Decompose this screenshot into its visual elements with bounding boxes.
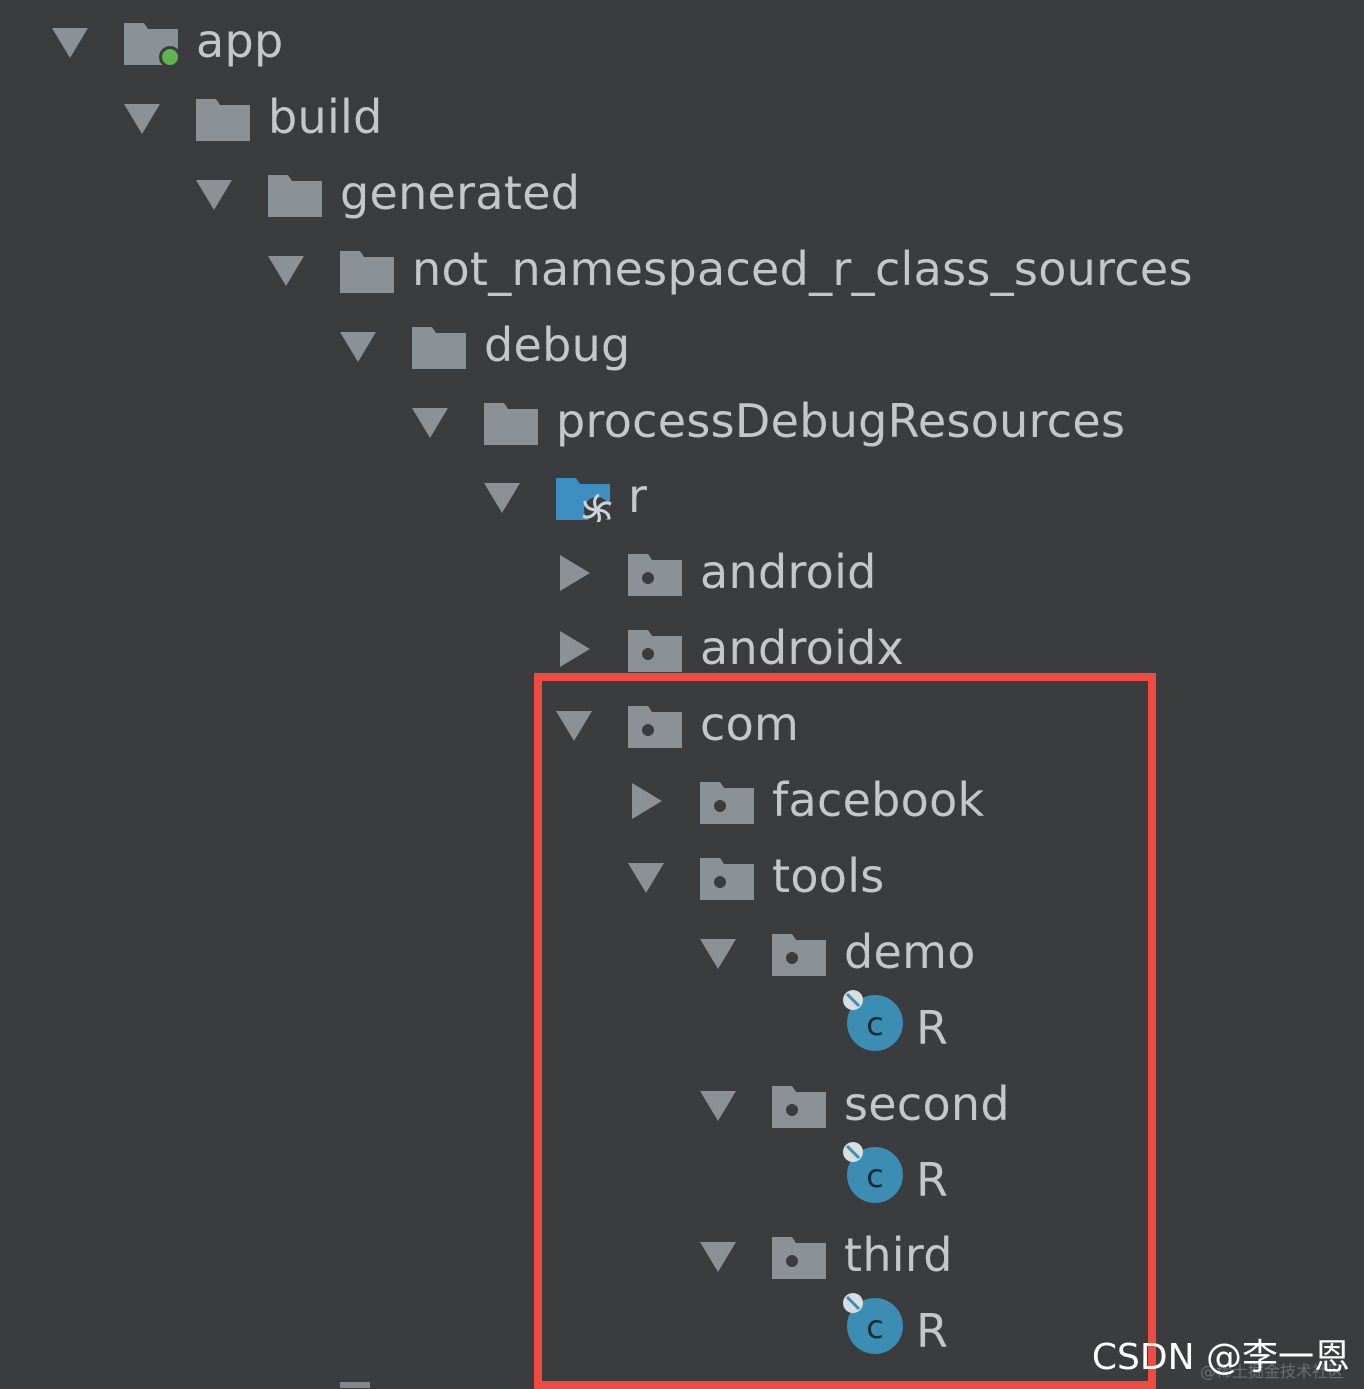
tree-row[interactable]: r	[0, 458, 1364, 534]
tree-node-label: not_namespaced_r_class_sources	[412, 241, 1193, 296]
expand-arrow-down-icon[interactable]	[338, 326, 378, 366]
tree-row[interactable]: android	[0, 534, 1364, 610]
tree-row[interactable]: app	[0, 3, 1364, 79]
tree-node-label: r	[628, 469, 648, 524]
tree-node-label: build	[268, 89, 383, 144]
expand-arrow-down-icon[interactable]	[266, 250, 306, 290]
folder-icon	[338, 245, 398, 295]
folder-icon	[266, 169, 326, 219]
tree-node-label: debug	[484, 317, 631, 372]
collapse-arrow-right-icon[interactable]	[554, 553, 594, 593]
expand-arrow-down-icon[interactable]	[194, 174, 234, 214]
highlight-box	[534, 673, 1156, 1389]
expand-arrow-down-icon[interactable]	[410, 402, 450, 442]
tree-node-label: app	[196, 14, 284, 68]
generated-source-root-icon	[554, 472, 614, 523]
watermark: CSDN @李一恩	[1091, 1337, 1350, 1378]
folder-icon	[194, 93, 254, 143]
tree-node-label: androidx	[700, 621, 905, 676]
package-icon	[626, 624, 686, 674]
tree-node-label: generated	[340, 165, 581, 220]
expand-arrow-down-icon[interactable]	[482, 477, 522, 517]
tree-row[interactable]: processDebugResources	[0, 383, 1364, 459]
tree-node-label: android	[700, 545, 877, 600]
expand-arrow-down-icon[interactable]	[122, 98, 162, 138]
next-row-stub	[340, 1382, 370, 1388]
package-icon	[626, 548, 686, 598]
tree-row[interactable]: generated	[0, 155, 1364, 231]
tree-row[interactable]: build	[0, 79, 1364, 155]
expand-arrow-down-icon[interactable]	[50, 22, 90, 62]
tree-node-label: processDebugResources	[556, 393, 1126, 448]
tree-row[interactable]: debug	[0, 307, 1364, 383]
collapse-arrow-right-icon[interactable]	[554, 629, 594, 669]
tree-row[interactable]: not_namespaced_r_class_sources	[0, 231, 1364, 307]
module-folder-icon	[122, 17, 182, 67]
folder-icon	[410, 321, 470, 371]
folder-icon	[482, 397, 542, 447]
